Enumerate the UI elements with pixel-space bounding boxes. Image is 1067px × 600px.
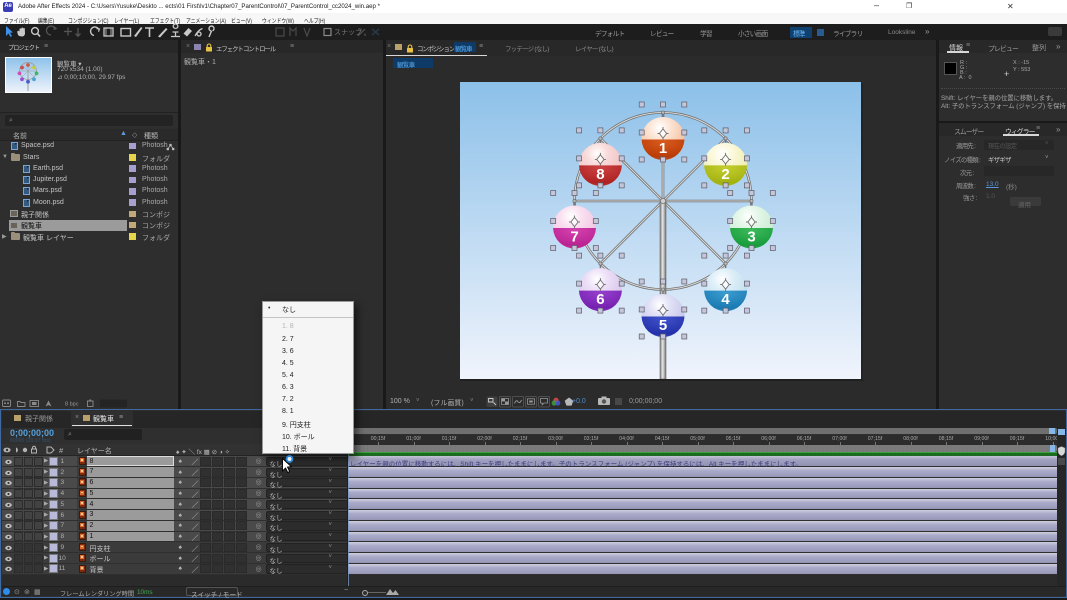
svg-text:7: 7: [570, 229, 578, 246]
svg-text:2: 2: [721, 166, 729, 183]
svg-text:8: 8: [596, 166, 604, 183]
svg-text:#: #: [59, 446, 64, 455]
svg-text:8 bpc: 8 bpc: [65, 402, 79, 408]
svg-text:4: 4: [721, 291, 730, 308]
svg-text:6: 6: [596, 291, 604, 308]
svg-text:5: 5: [659, 317, 667, 334]
svg-text:スナップ: スナップ: [334, 29, 362, 37]
svg-text:1: 1: [659, 140, 667, 157]
svg-text:3: 3: [747, 229, 755, 246]
